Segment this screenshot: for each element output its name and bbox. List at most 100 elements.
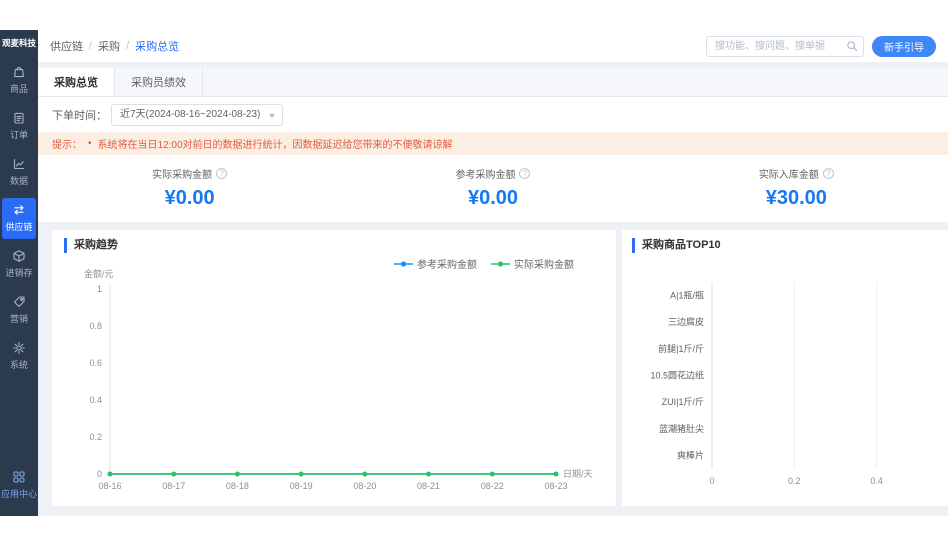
trend-panel-title: 采购趋势 xyxy=(64,238,604,253)
svg-text:0.8: 0.8 xyxy=(89,321,102,331)
sidebar-item-label: 数据 xyxy=(10,174,28,187)
breadcrumb-separator: / xyxy=(89,40,92,52)
gear-icon xyxy=(12,341,26,355)
sidebar-item-label: 系统 xyxy=(10,358,28,371)
stat-actual-purchase: 实际采购金额 ? ¥0.00 xyxy=(38,165,341,210)
sidebar-item-inventory[interactable]: 进销存 xyxy=(2,244,36,285)
sidebar-item-label: 订单 xyxy=(10,128,28,141)
trend-line-chart: 金额/元00.20.40.60.8108-1608-1708-1808-1908… xyxy=(64,255,604,500)
svg-text:0.6: 0.6 xyxy=(89,358,102,368)
svg-text:日期/天: 日期/天 xyxy=(563,469,593,479)
svg-text:0: 0 xyxy=(709,476,714,486)
sidebar-item-orders[interactable]: 订单 xyxy=(2,106,36,147)
help-icon[interactable]: ? xyxy=(823,168,834,179)
stat-label: 参考采购金额 ? xyxy=(455,166,530,181)
notice-bullet: • xyxy=(88,138,92,149)
stat-actual-inbound: 实际入库金额 ? ¥30.00 xyxy=(645,165,948,210)
svg-text:08-19: 08-19 xyxy=(290,481,313,491)
svg-text:0.4: 0.4 xyxy=(89,395,102,405)
stat-value: ¥30.00 xyxy=(645,187,948,210)
svg-text:爽棒片: 爽棒片 xyxy=(677,450,704,461)
notice-bar: 提示： • 系统将在当日12:00对前日的数据进行统计，因数据延迟给您带来的不便… xyxy=(38,132,948,155)
stat-label-text: 实际入库金额 xyxy=(759,166,819,181)
stat-label-text: 实际采购金额 xyxy=(152,166,212,181)
marketing-tag-icon xyxy=(12,295,26,309)
inventory-cube-icon xyxy=(12,249,26,263)
trend-legend: 参考采购金额实际采购金额 xyxy=(394,256,574,271)
svg-text:1: 1 xyxy=(97,284,102,294)
tab-purchase-overview[interactable]: 采购总览 xyxy=(38,68,115,96)
svg-text:前腿|1斤/斤: 前腿|1斤/斤 xyxy=(658,343,704,354)
svg-text:08-23: 08-23 xyxy=(544,481,567,491)
svg-text:08-22: 08-22 xyxy=(481,481,504,491)
sidebar-item-app-center[interactable]: 应用中心 xyxy=(2,465,36,506)
sidebar-item-label: 营销 xyxy=(10,312,28,325)
time-range-value: 近7天(2024-08-16~2024-08-23) xyxy=(120,109,260,120)
svg-text:0.2: 0.2 xyxy=(788,476,801,486)
charts-row: 采购趋势 参考采购金额实际采购金额 金额/元 0 0.2 0.4 0.6 0.8 1 08-1… xyxy=(52,230,948,506)
svg-text:蓝潮猪肚尖: 蓝潮猪肚尖 xyxy=(659,423,704,434)
sidebar-item-system[interactable]: 系统 xyxy=(2,336,36,377)
app-window: 观麦科技 商品 订单 数据 供应链 xyxy=(0,30,948,516)
sidebar-item-goods[interactable]: 商品 xyxy=(2,60,36,101)
legend-item[interactable]: 参考采购金额 xyxy=(394,256,477,271)
legend-item[interactable]: 实际采购金额 xyxy=(491,256,574,271)
svg-text:ZUI|1斤/斤: ZUI|1斤/斤 xyxy=(662,397,704,407)
sidebar-item-label: 供应链 xyxy=(5,220,32,233)
top10-panel-title: 采购商品TOP10 xyxy=(632,238,938,253)
goods-icon xyxy=(12,65,26,79)
app-grid-icon xyxy=(12,470,26,484)
search-input[interactable] xyxy=(706,36,864,57)
sidebar: 观麦科技 商品 订单 数据 供应链 xyxy=(0,30,38,516)
breadcrumb: 供应链 / 采购 / 采购总览 xyxy=(50,38,179,54)
topbar-right: 新手引导 xyxy=(706,36,936,57)
help-icon[interactable]: ? xyxy=(216,168,227,179)
notice-text: 系统将在当日12:00对前日的数据进行统计，因数据延迟给您带来的不便敬请谅解 xyxy=(98,136,453,151)
purchase-trend-panel: 采购趋势 参考采购金额实际采购金额 金额/元 0 0.2 0.4 0.6 0.8 1 08-1… xyxy=(52,230,616,506)
notice-prefix: 提示： xyxy=(52,136,82,151)
svg-text:0.4: 0.4 xyxy=(870,476,883,486)
sidebar-item-label: 应用中心 xyxy=(1,487,37,500)
sidebar-item-label: 进销存 xyxy=(5,266,32,279)
stats-row: 实际采购金额 ? ¥0.00 参考采购金额 ? ¥0.00 实际入库金额 ? xyxy=(38,155,948,222)
stat-reference-purchase: 参考采购金额 ? ¥0.00 xyxy=(341,165,644,210)
overview-section: 采购总览 采购员绩效 下单时间： 近7天(2024-08-16~2024-08-… xyxy=(38,68,948,222)
search-box xyxy=(706,36,864,57)
stat-label: 实际入库金额 ? xyxy=(759,166,834,181)
help-icon[interactable]: ? xyxy=(519,168,530,179)
stat-label-text: 参考采购金额 xyxy=(455,166,515,181)
stat-value: ¥0.00 xyxy=(341,187,644,210)
sidebar-item-marketing[interactable]: 营销 xyxy=(2,290,36,331)
sidebar-item-data[interactable]: 数据 xyxy=(2,152,36,193)
breadcrumb-current: 采购总览 xyxy=(135,38,179,54)
svg-text:08-17: 08-17 xyxy=(162,481,185,491)
supply-chain-icon xyxy=(12,203,26,217)
sidebar-item-label: 商品 xyxy=(10,82,28,95)
order-time-label: 下单时间： xyxy=(52,107,107,123)
main-area: 供应链 / 采购 / 采购总览 新手引导 采购总览 采购员绩效 xyxy=(38,30,948,516)
svg-text:0.2: 0.2 xyxy=(89,432,102,442)
breadcrumb-purchase[interactable]: 采购 xyxy=(98,38,120,54)
search-icon[interactable] xyxy=(846,40,858,52)
svg-text:10.5圆花边纸: 10.5圆花边纸 xyxy=(650,370,704,381)
newbie-guide-button[interactable]: 新手引导 xyxy=(872,36,936,57)
svg-text:0: 0 xyxy=(97,469,102,479)
svg-text:三边腐皮: 三边腐皮 xyxy=(668,316,704,327)
time-range-select[interactable]: 近7天(2024-08-16~2024-08-23) xyxy=(111,104,283,126)
sidebar-item-supply-chain[interactable]: 供应链 xyxy=(2,198,36,239)
data-chart-icon xyxy=(12,157,26,171)
top10-panel: 采购商品TOP10 0 0.2 0.4 A|1瓶/瓶三边腐皮前腿|1斤/斤 10.5圆花… xyxy=(622,230,948,506)
tabs: 采购总览 采购员绩效 xyxy=(38,68,948,97)
tab-buyer-performance[interactable]: 采购员绩效 xyxy=(115,68,203,96)
brand-logo: 观麦科技 xyxy=(1,30,37,60)
top10-bar-chart: 0 0.2 0.4 A|1瓶/瓶三边腐皮前腿|1斤/斤 10.5圆花边纸 ZUI|1斤/斤… xyxy=(632,255,938,500)
stat-value: ¥0.00 xyxy=(38,187,341,210)
orders-icon xyxy=(12,111,26,125)
breadcrumb-supply-chain[interactable]: 供应链 xyxy=(50,38,83,54)
svg-text:金额/元: 金额/元 xyxy=(84,268,114,279)
filter-row: 下单时间： 近7天(2024-08-16~2024-08-23) xyxy=(38,97,948,132)
stat-label: 实际采购金额 ? xyxy=(152,166,227,181)
svg-text:08-18: 08-18 xyxy=(226,481,249,491)
svg-text:A|1瓶/瓶: A|1瓶/瓶 xyxy=(670,289,704,300)
breadcrumb-separator: / xyxy=(126,40,129,52)
